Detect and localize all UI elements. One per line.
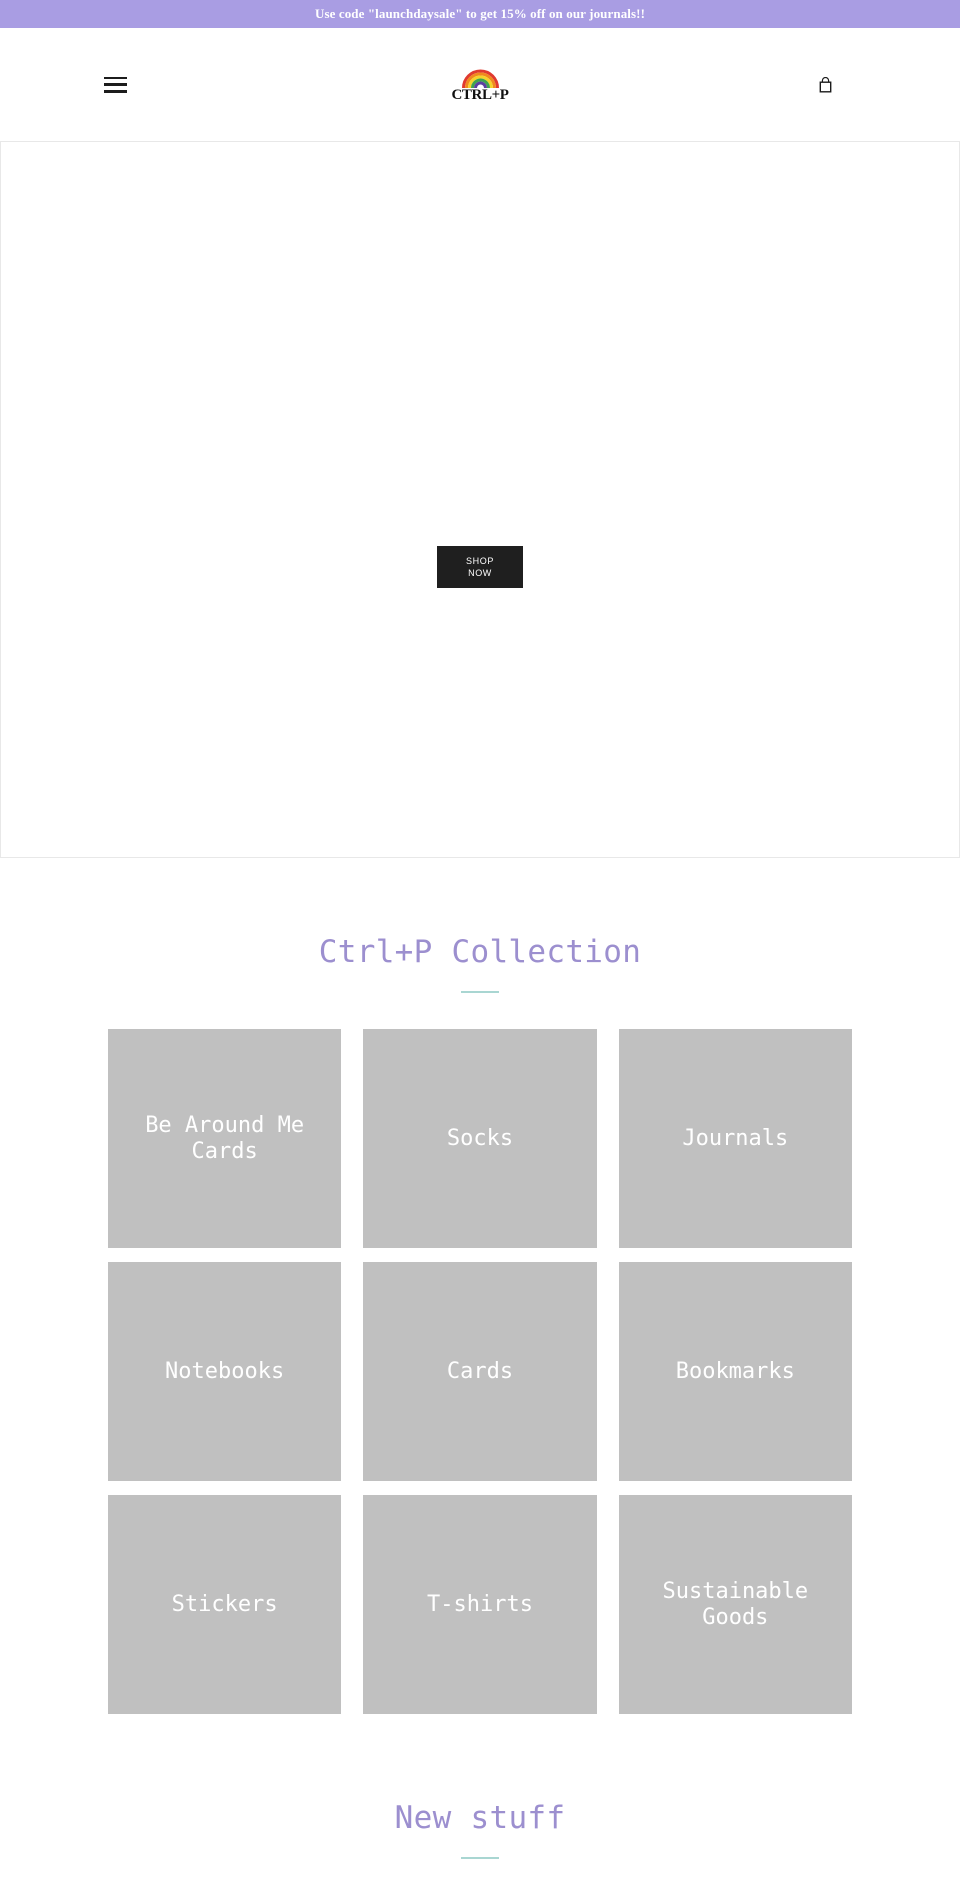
shopping-bag-icon — [819, 76, 832, 93]
collection-tile[interactable]: Socks — [363, 1029, 597, 1249]
hamburger-bar-3 — [104, 90, 127, 93]
collection-tile-title: Journals — [682, 1125, 789, 1151]
shop-now-line-2: NOW — [468, 568, 492, 578]
collection-tile[interactable]: Bookmarks — [618, 1262, 852, 1482]
collection-tile[interactable]: Journals — [618, 1029, 852, 1249]
collection-tile[interactable]: Stickers — [108, 1495, 342, 1715]
site-logo[interactable]: CTRL+P — [452, 67, 509, 103]
collection-tile-title: Sustainable Goods — [662, 1578, 809, 1630]
collection-tile[interactable]: Cards — [363, 1262, 597, 1482]
hamburger-bar-1 — [104, 76, 127, 79]
hero-slideshow: SHOP NOW — [0, 141, 960, 858]
announcement-text: Use code "launchdaysale" to get 15% off … — [314, 6, 646, 21]
site-header: CTRL+P — [0, 28, 960, 141]
collection-tile-title: Cards — [446, 1358, 514, 1384]
collection-tile[interactable]: Be Around Me Cards — [108, 1029, 342, 1249]
shop-now-line-1: SHOP — [466, 555, 494, 566]
collection-heading-wrap: Ctrl+P Collection — [0, 934, 960, 994]
collection-tile[interactable]: Sustainable Goods — [618, 1495, 852, 1715]
collection-heading-rule — [461, 991, 499, 994]
collection-grid: Be Around Me Cards Socks Journals Notebo… — [108, 1029, 852, 1715]
collection-tile[interactable]: T-shirts — [363, 1495, 597, 1715]
cart-button[interactable] — [819, 76, 832, 93]
collection-tile-title: Be Around Me Cards — [145, 1112, 305, 1164]
hero-content: SHOP NOW — [437, 546, 523, 588]
collection-tile[interactable]: Notebooks — [108, 1262, 342, 1482]
collection-tile-title: Stickers — [171, 1591, 278, 1617]
new-stuff-heading: New stuff — [394, 1800, 566, 1837]
collection-tile-title: Notebooks — [165, 1358, 285, 1384]
collection-section: Ctrl+P Collection Be Around Me Cards Soc… — [0, 858, 960, 1715]
collection-tile-title: Socks — [446, 1125, 514, 1151]
hamburger-menu-icon[interactable] — [104, 74, 130, 96]
announcement-bar: Use code "launchdaysale" to get 15% off … — [0, 0, 960, 28]
hamburger-bar-2 — [104, 83, 127, 86]
new-stuff-heading-wrap: New stuff — [0, 1800, 960, 1860]
new-stuff-heading-rule — [461, 1857, 499, 1860]
logo-wordmark: CTRL+P — [451, 86, 509, 103]
rainbow-logo-icon — [461, 69, 499, 88]
new-stuff-section: New stuff — [0, 1714, 960, 1899]
collection-heading: Ctrl+P Collection — [318, 934, 642, 970]
collection-tile-title: Bookmarks — [675, 1358, 795, 1384]
shop-now-button[interactable]: SHOP NOW — [437, 546, 523, 588]
collection-tile-title: T-shirts — [427, 1591, 533, 1617]
